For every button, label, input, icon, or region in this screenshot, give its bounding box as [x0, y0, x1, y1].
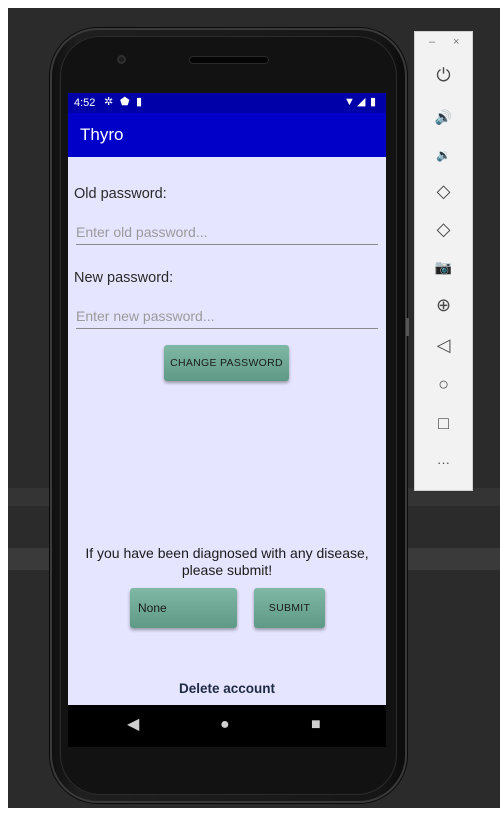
front-camera — [117, 55, 126, 64]
rotate-left-icon[interactable]: ◇ — [415, 176, 472, 206]
battery-icon: ▮ — [370, 96, 377, 108]
status-bar: 4:52 ✲ ⬟ ▮ ▼ ◢ ▮ — [68, 93, 386, 113]
change-password-button[interactable]: CHANGE PASSWORD — [164, 345, 289, 381]
submit-button[interactable]: SUBMIT — [254, 588, 325, 628]
close-icon[interactable]: × — [453, 36, 459, 48]
status-time: 4:52 — [74, 97, 96, 109]
minimize-icon[interactable]: – — [429, 36, 435, 48]
more-icon[interactable]: ··· — [415, 448, 472, 478]
old-password-label: Old password: — [74, 186, 167, 202]
delete-account-link[interactable]: Delete account — [68, 681, 386, 696]
navigation-bar: ◀ ● ■ — [68, 705, 386, 747]
new-password-label: New password: — [74, 270, 174, 286]
volume-up-icon[interactable]: 🔊 — [415, 102, 472, 132]
nav-home-icon[interactable]: ● — [220, 716, 230, 734]
emulator-toolbar: – × ⏻ 🔊 🔉 ◇ ◇ 📷 ⊕ ◁ ○ □ ··· — [414, 31, 473, 491]
power-icon[interactable]: ⏻ — [415, 60, 472, 90]
app-bar: Thyro — [68, 113, 386, 157]
app-screen: 4:52 ✲ ⬟ ▮ ▼ ◢ ▮ Thyro Old password: New… — [68, 93, 386, 705]
earpiece-speaker — [190, 57, 268, 63]
signal-icon: ◢ — [357, 96, 366, 108]
nav-recents-icon[interactable]: ■ — [311, 716, 321, 734]
disease-select[interactable]: None — [130, 588, 237, 628]
overview-icon[interactable]: □ — [415, 408, 472, 438]
disease-select-value: None — [138, 601, 167, 615]
nav-back-icon[interactable]: ◀ — [127, 716, 139, 734]
rotate-right-icon[interactable]: ◇ — [415, 214, 472, 244]
disease-prompt-line1: If you have been diagnosed with any dise… — [85, 545, 369, 561]
wifi-icon: ▼ — [344, 96, 355, 108]
sd-card-icon: ▮ — [136, 96, 143, 108]
volume-down-icon[interactable]: 🔉 — [415, 140, 472, 170]
camera-icon[interactable]: 📷 — [415, 252, 472, 282]
disease-prompt-line2: please submit! — [181, 562, 273, 578]
back-icon[interactable]: ◁ — [415, 330, 472, 360]
gear-icon: ✲ — [104, 96, 114, 108]
side-button[interactable] — [406, 318, 409, 336]
app-title: Thyro — [80, 125, 124, 144]
zoom-icon[interactable]: ⊕ — [415, 290, 472, 320]
shield-icon: ⬟ — [120, 96, 130, 108]
new-password-input[interactable] — [76, 304, 378, 329]
home-icon[interactable]: ○ — [415, 369, 472, 399]
old-password-input[interactable] — [76, 220, 378, 245]
